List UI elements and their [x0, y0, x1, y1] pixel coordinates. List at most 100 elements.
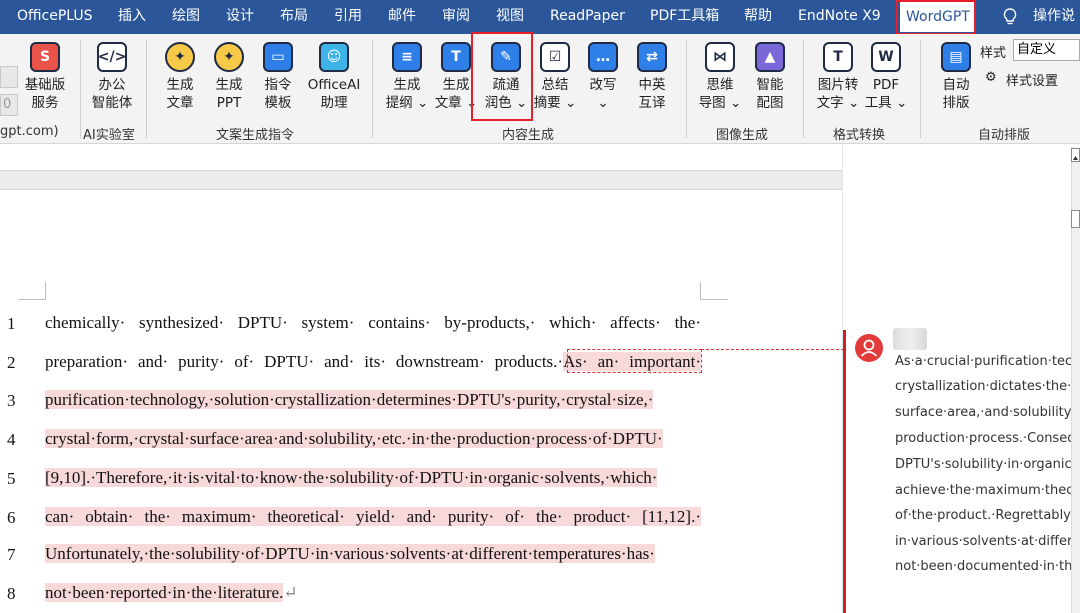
- line-text[interactable]: [9,10].·Therefore,·it·is·vital·to·know·t…: [45, 467, 701, 491]
- tab-design[interactable]: 设计: [226, 0, 254, 32]
- line-text[interactable]: crystal·form,·crystal·surface·area·and·s…: [45, 428, 701, 452]
- generate-article-dropdown-button[interactable]: T 生成 文章 ⌄: [434, 42, 478, 112]
- generate-article-button[interactable]: ✦ 生成 文章: [160, 42, 200, 112]
- separator: [686, 40, 687, 138]
- margin-corner-right: [700, 282, 728, 300]
- line-number: 4: [7, 430, 16, 449]
- avatar[interactable]: [855, 334, 883, 362]
- comment-line: not·been·documented·in·the·: [895, 559, 1075, 574]
- mindmap-button[interactable]: ⋈ 思维 导图 ⌄: [698, 42, 742, 112]
- selected-text: can· obtain· the· maximum· theoretical· …: [45, 507, 701, 526]
- tab-help[interactable]: 帮助: [744, 0, 772, 32]
- tab-view[interactable]: 视图: [496, 0, 524, 32]
- tab-readpaper[interactable]: ReadPaper: [550, 0, 625, 32]
- line-number: 8: [7, 584, 16, 603]
- separator: [920, 40, 921, 138]
- lightbulb-icon: ✦: [214, 42, 244, 72]
- pdf-word-icon: W: [871, 42, 901, 72]
- translate-icon: ⇄: [637, 42, 667, 72]
- text-icon: T: [441, 42, 471, 72]
- superman-icon: S: [30, 42, 60, 72]
- comment-line: of·the·product.·Regrettably,·t: [895, 508, 1075, 523]
- tab-insert[interactable]: 插入: [118, 0, 146, 32]
- tab-references[interactable]: 引用: [334, 0, 362, 32]
- tab-officeplus[interactable]: OfficePLUS: [17, 0, 93, 32]
- style-label: 样式: [980, 46, 1007, 61]
- window-icon: ▭: [263, 42, 293, 72]
- selected-text: not·been·reported·in·the·literature.: [45, 583, 284, 602]
- tab-endnote[interactable]: EndNote X9: [798, 0, 881, 32]
- scroll-up-button[interactable]: [1071, 148, 1080, 162]
- tab-draw[interactable]: 绘图: [172, 0, 200, 32]
- pen-icon: ✎: [491, 42, 521, 72]
- line-number: 5: [7, 469, 16, 488]
- tab-pdf-toolbox[interactable]: PDF工具箱: [650, 0, 719, 32]
- text-line: 5 [9,10].·Therefore,·it·is·vital·to·know…: [0, 459, 720, 497]
- line-text[interactable]: not·been·reported·in·the·literature.↵: [45, 582, 701, 606]
- line-number: 7: [7, 545, 16, 564]
- tab-layout[interactable]: 布局: [280, 0, 308, 32]
- line-text[interactable]: chemically· synthesized· DPTU· system· c…: [45, 312, 701, 336]
- line-text[interactable]: Unfortunately,·the·solubility·of·DPTU·in…: [45, 543, 701, 567]
- group-label-image-generation: 图像生成: [716, 128, 769, 143]
- text-line: 8 not·been·reported·in·the·literature.↵: [0, 574, 720, 612]
- separator: [803, 40, 804, 138]
- generate-outline-button[interactable]: ≡ 生成 提纲 ⌄: [385, 42, 429, 112]
- ribbon: 0 gpt.com) S 基础版 服务 </> 办公 智能体 AI实验室 ✦ 生…: [0, 34, 1080, 144]
- scroll-thumb[interactable]: [1071, 210, 1080, 228]
- office-agent-button[interactable]: </> 办公 智能体: [88, 42, 136, 112]
- partial-field[interactable]: 0: [0, 94, 18, 116]
- layout-icon: ▤: [941, 42, 971, 72]
- group-label-format-conversion: 格式转换: [833, 128, 886, 143]
- group-label-copy-commands: 文案生成指令: [216, 128, 295, 143]
- tab-wordgpt[interactable]: WordGPT: [900, 1, 976, 32]
- line-number: 1: [7, 314, 16, 333]
- code-icon: </>: [97, 42, 127, 72]
- image-text-icon: T: [823, 42, 853, 72]
- text-line: 7 Unfortunately,·the·solubility·of·DPTU·…: [0, 535, 720, 573]
- checklist-icon: ☑: [540, 42, 570, 72]
- lightbulb-icon: ✦: [165, 42, 195, 72]
- selected-text: crystal·form,·crystal·surface·area·and·s…: [45, 429, 663, 448]
- text-line: 3 purification·technology,·solution·crys…: [0, 381, 720, 419]
- margin-corner-left: [18, 282, 46, 300]
- command-template-button[interactable]: ▭ 指令 模板: [258, 42, 298, 112]
- pdf-tools-button[interactable]: W PDF 工具 ⌄: [864, 42, 908, 112]
- partial-control[interactable]: [0, 66, 18, 88]
- auto-layout-button[interactable]: ▤ 自动 排版: [936, 42, 976, 112]
- tab-tell-me[interactable]: 操作说: [1033, 0, 1075, 32]
- group-label-ai-lab: AI实验室: [83, 128, 135, 143]
- comment-author-name: [893, 328, 927, 350]
- lightbulb-icon: [1003, 8, 1017, 25]
- generate-ppt-button[interactable]: ✦ 生成 PPT: [209, 42, 249, 112]
- chat-bubble-icon: …: [588, 42, 618, 72]
- translate-button[interactable]: ⇄ 中英 互译: [632, 42, 672, 112]
- text-line: 4 crystal·form,·crystal·surface·area·and…: [0, 420, 720, 458]
- rewrite-button[interactable]: … 改写 ⌄: [583, 42, 623, 112]
- line-number: 3: [7, 391, 16, 410]
- separator: [372, 40, 373, 138]
- gear-icon: ⚙: [985, 70, 997, 85]
- smart-image-button[interactable]: ▲ 智能 配图: [750, 42, 790, 112]
- image-to-text-button[interactable]: T 图片转 文字 ⌄: [815, 42, 861, 112]
- polish-button[interactable]: ✎ 疏通 润色 ⌄: [483, 42, 529, 112]
- menu-bar: OfficePLUS 插入 绘图 设计 布局 引用 邮件 审阅 视图 ReadP…: [0, 0, 1080, 34]
- summary-button[interactable]: ☑ 总结 摘要 ⌄: [533, 42, 577, 112]
- tab-review[interactable]: 审阅: [442, 0, 470, 32]
- line-text[interactable]: purification·technology,·solution·crysta…: [45, 389, 701, 413]
- group-label-auto-layout: 自动排版: [978, 128, 1031, 143]
- basic-service-button[interactable]: S 基础版 服务: [22, 42, 68, 112]
- partial-group-label: gpt.com): [0, 124, 59, 139]
- comment-anchor-box: [567, 349, 702, 373]
- line-text[interactable]: can· obtain· the· maximum· theoretical· …: [45, 506, 701, 530]
- officeai-assistant-button[interactable]: ☺ OfficeAI 助理: [304, 42, 364, 112]
- user-icon: [860, 339, 878, 357]
- style-settings-button[interactable]: 样式设置: [1006, 70, 1058, 89]
- tab-mailings[interactable]: 邮件: [388, 0, 416, 32]
- comment-line: production·process.·Consequ: [895, 431, 1075, 446]
- separator: [80, 40, 81, 138]
- style-select[interactable]: 自定义: [1013, 39, 1080, 61]
- selected-text: Unfortunately,·the·solubility·of·DPTU·in…: [45, 544, 655, 563]
- separator: [146, 40, 147, 138]
- comment-marker-bar: [843, 330, 846, 613]
